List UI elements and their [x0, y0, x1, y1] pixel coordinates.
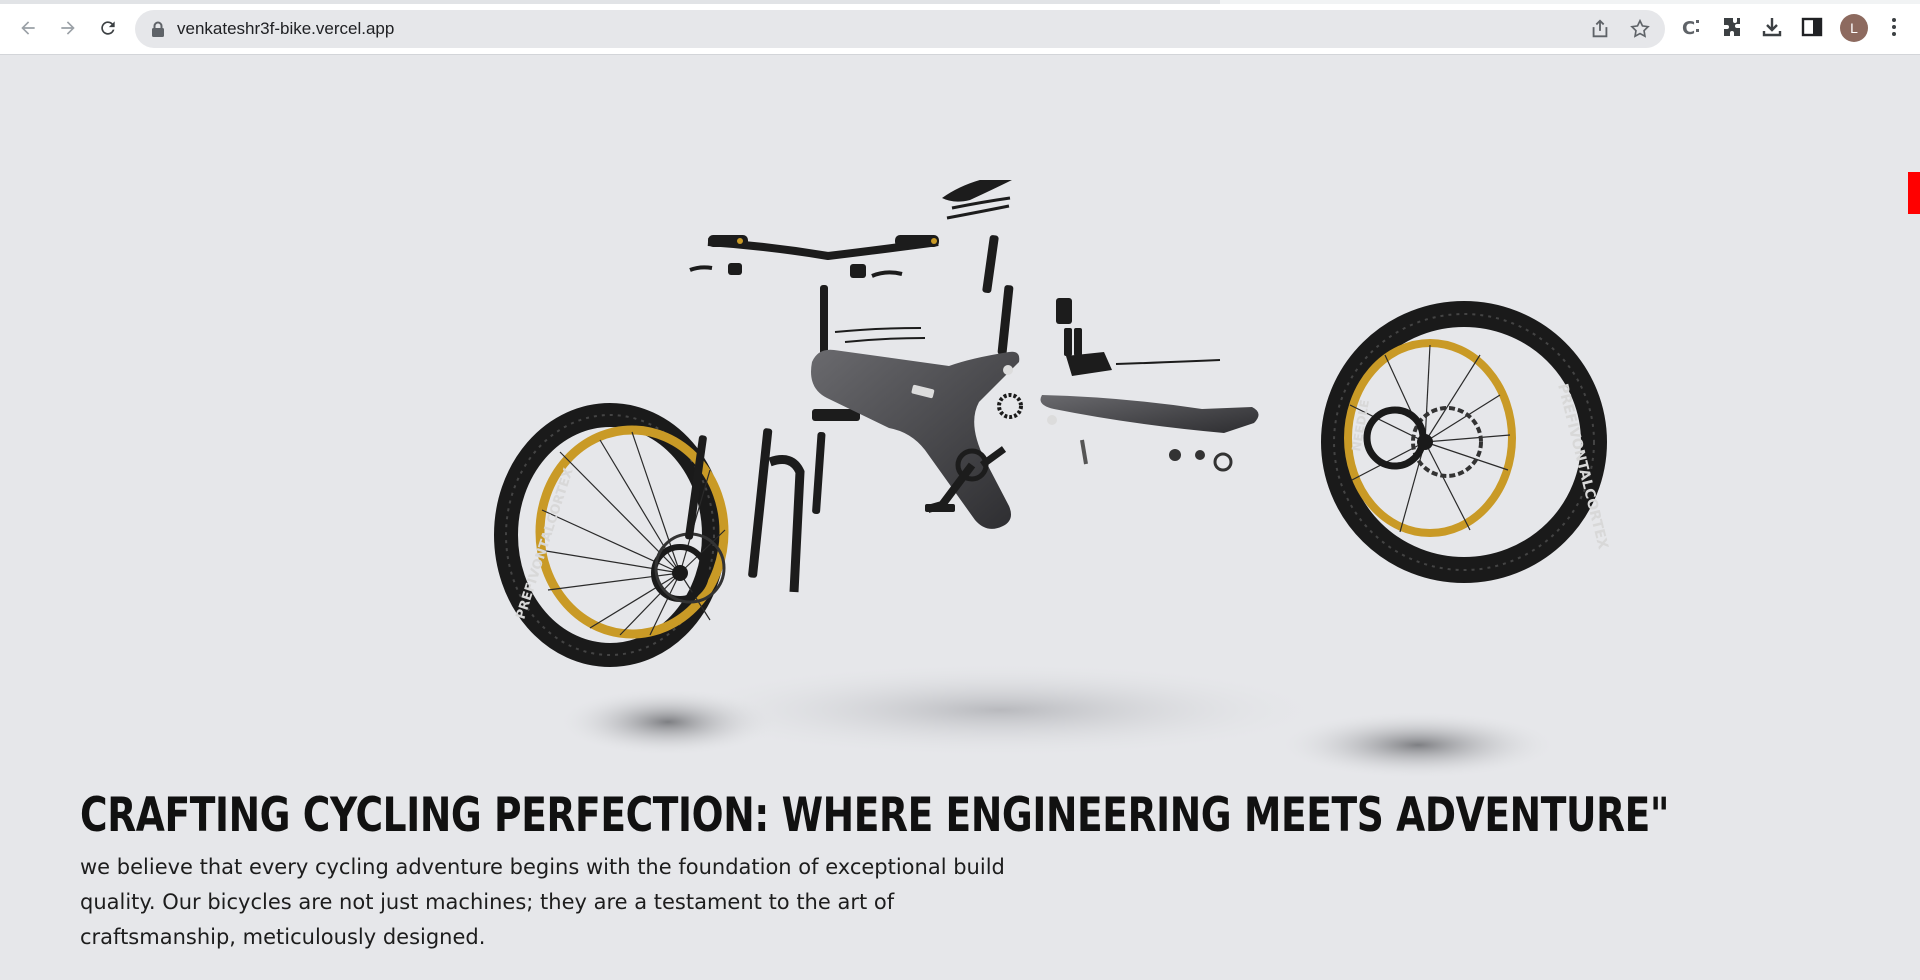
share-icon[interactable]	[1589, 18, 1611, 40]
hero-headline: CRAFTING CYCLING PERFECTION: WHERE ENGIN…	[80, 788, 1670, 843]
frame-shadow	[670, 662, 1330, 758]
scroll-indicator	[1908, 172, 1920, 214]
profile-avatar[interactable]: L	[1840, 14, 1868, 42]
profile-initial: L	[1850, 20, 1858, 36]
forward-button[interactable]	[52, 12, 84, 44]
puzzle-icon[interactable]	[1720, 15, 1744, 39]
bike-frame	[811, 327, 1023, 529]
rear-swingarm	[1040, 298, 1259, 472]
address-bar[interactable]: venkateshr3f-bike.vercel.app	[135, 10, 1665, 48]
download-icon[interactable]	[1760, 15, 1784, 39]
star-icon[interactable]	[1629, 18, 1651, 40]
svg-text:C: C	[1682, 18, 1695, 39]
reload-icon	[101, 21, 115, 35]
back-icon	[21, 21, 35, 35]
reload-button[interactable]	[92, 12, 124, 44]
exploded-bike-illustration: PREFIVONTALCORTEX PREFIVONTALCORTEX NEED…	[494, 180, 1611, 779]
loading-bar	[0, 0, 1920, 4]
saddle	[942, 180, 1014, 356]
back-button[interactable]	[12, 12, 44, 44]
rear-wheel: PREFIVONTALCORTEX NEEDLE	[1321, 301, 1611, 583]
extension-c-icon[interactable]: C	[1680, 15, 1704, 39]
page-content: PREFIVONTALCORTEX PREFIVONTALCORTEX NEED…	[0, 55, 1920, 980]
side-panel-icon[interactable]	[1800, 15, 1824, 39]
url-text[interactable]: venkateshr3f-bike.vercel.app	[177, 19, 394, 39]
lock-icon	[152, 21, 164, 37]
forward-icon	[61, 21, 75, 35]
handlebar	[689, 235, 939, 278]
hero-description: we believe that every cycling adventure …	[80, 855, 1005, 949]
menu-icon[interactable]	[1882, 15, 1906, 39]
rear-wheel-shadow	[1278, 711, 1558, 779]
browser-toolbar: venkateshr3f-bike.vercel.app C L	[0, 0, 1920, 55]
